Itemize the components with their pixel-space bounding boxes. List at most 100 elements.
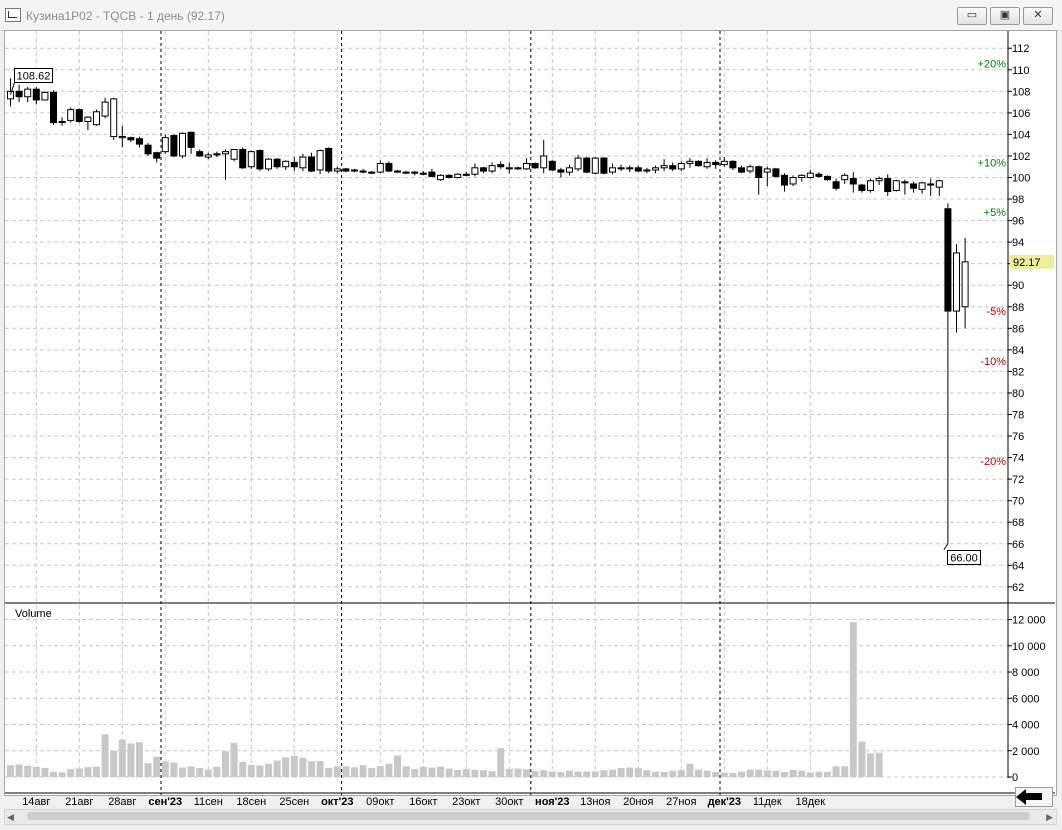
price-tick-label: 70: [1012, 496, 1024, 508]
candle-body: [720, 160, 728, 166]
candle-body: [411, 171, 419, 174]
volume-bar: [50, 771, 57, 777]
date-tick-label: 27ноя: [666, 796, 696, 808]
candle-body: [832, 181, 840, 189]
candle-body: [918, 182, 926, 190]
candle-body: [394, 170, 401, 173]
candle-body: [118, 136, 126, 139]
scroll-to-end-arrow-icon[interactable]: [1015, 787, 1053, 807]
volume-bar: [755, 769, 763, 777]
price-tick-label: 66: [1012, 539, 1024, 551]
volume-bar: [316, 760, 324, 777]
date-tick-label: 30окт: [495, 796, 523, 808]
volume-bar: [505, 768, 513, 777]
candle-body: [265, 158, 272, 170]
price-tick-label: 110: [1012, 65, 1030, 77]
volume-bar: [798, 770, 806, 777]
volume-bar: [824, 772, 831, 777]
volume-bar: [273, 760, 281, 777]
candle-body: [256, 150, 264, 170]
candle-body: [333, 168, 341, 172]
candle-body: [316, 150, 324, 171]
volume-bar: [196, 768, 204, 777]
volume-bar: [531, 770, 539, 777]
volume-bar: [849, 622, 857, 777]
candle-body: [101, 101, 109, 117]
volume-bar: [875, 752, 883, 777]
volume-bar: [308, 761, 315, 777]
candle-body: [849, 178, 857, 185]
candle-body: [179, 132, 186, 157]
volume-bar: [247, 764, 255, 777]
candle-body: [110, 98, 118, 138]
volume-bar: [841, 766, 849, 777]
volume-bar: [161, 761, 169, 777]
scrollbar-thumb[interactable]: [27, 812, 1030, 820]
candle-body: [824, 175, 831, 181]
volume-bar: [299, 757, 307, 777]
candle-body: [454, 173, 462, 179]
candle-body: [445, 174, 453, 179]
volume-bar: [677, 770, 685, 777]
price-volume-chart[interactable]: 1121101081061041021009896949290888684828…: [0, 0, 1062, 830]
price-tick-label: 106: [1012, 108, 1030, 120]
candle-body: [746, 166, 754, 172]
price-tick-label: 104: [1012, 129, 1030, 141]
candle-body: [308, 156, 315, 172]
volume-bar: [634, 768, 642, 777]
candle-body: [548, 160, 556, 171]
price-tick-label: 80: [1012, 388, 1024, 400]
volume-bar: [454, 769, 462, 777]
candle-body: [359, 170, 367, 173]
candle-body: [273, 158, 281, 168]
date-tick-label: сен'23: [148, 796, 182, 808]
candle-body: [342, 168, 350, 172]
volume-bar: [789, 770, 797, 777]
volume-bar: [686, 763, 694, 777]
min-price-label: 66.00: [950, 553, 978, 565]
candle-body: [58, 120, 66, 124]
volume-tick-label: 2 000: [1012, 746, 1040, 758]
candle-body: [531, 162, 539, 169]
price-tick-label: 90: [1012, 280, 1024, 292]
volume-bar: [669, 770, 677, 777]
volume-bar: [514, 768, 522, 777]
candle-body: [875, 178, 883, 182]
volume-bar: [24, 765, 32, 777]
date-tick-label: 11дек: [753, 796, 782, 808]
volume-bar: [772, 770, 780, 777]
candle-body: [858, 184, 866, 191]
date-tick-label: 18дек: [796, 796, 826, 808]
candle-body: [419, 172, 427, 175]
volume-bar: [213, 766, 221, 777]
volume-bar: [763, 770, 771, 777]
price-tick-label: 82: [1012, 366, 1024, 378]
volume-bar: [411, 768, 419, 777]
volume-bar: [703, 770, 711, 777]
candle-body: [497, 164, 505, 168]
volume-bar: [118, 739, 126, 777]
candle-body: [222, 151, 229, 155]
candle-body: [50, 91, 57, 124]
candle-body: [505, 167, 513, 170]
scroll-left-arrow-icon[interactable]: ◀: [7, 812, 14, 823]
volume-bar: [222, 751, 229, 777]
volume-bar: [480, 770, 487, 777]
date-tick-label: 23окт: [452, 796, 480, 808]
volume-bar: [93, 766, 100, 777]
scroll-right-arrow-icon[interactable]: ▶: [1046, 812, 1053, 823]
volume-bar: [462, 768, 470, 777]
price-tick-label: 72: [1012, 474, 1024, 486]
candle-body: [566, 167, 573, 173]
volume-bar: [136, 742, 143, 777]
date-tick-label: 16окт: [409, 796, 437, 808]
candle-body: [695, 160, 702, 167]
percent-level-label: +5%: [984, 207, 1007, 219]
price-tick-label: 94: [1012, 237, 1024, 249]
volume-bar: [15, 764, 23, 777]
candle-body: [600, 157, 608, 174]
candle-body: [290, 161, 298, 168]
candle-body: [591, 157, 599, 174]
date-tick-label: ноя'23: [535, 796, 570, 808]
horizontal-scrollbar[interactable]: ◀ ▶: [4, 809, 1057, 825]
